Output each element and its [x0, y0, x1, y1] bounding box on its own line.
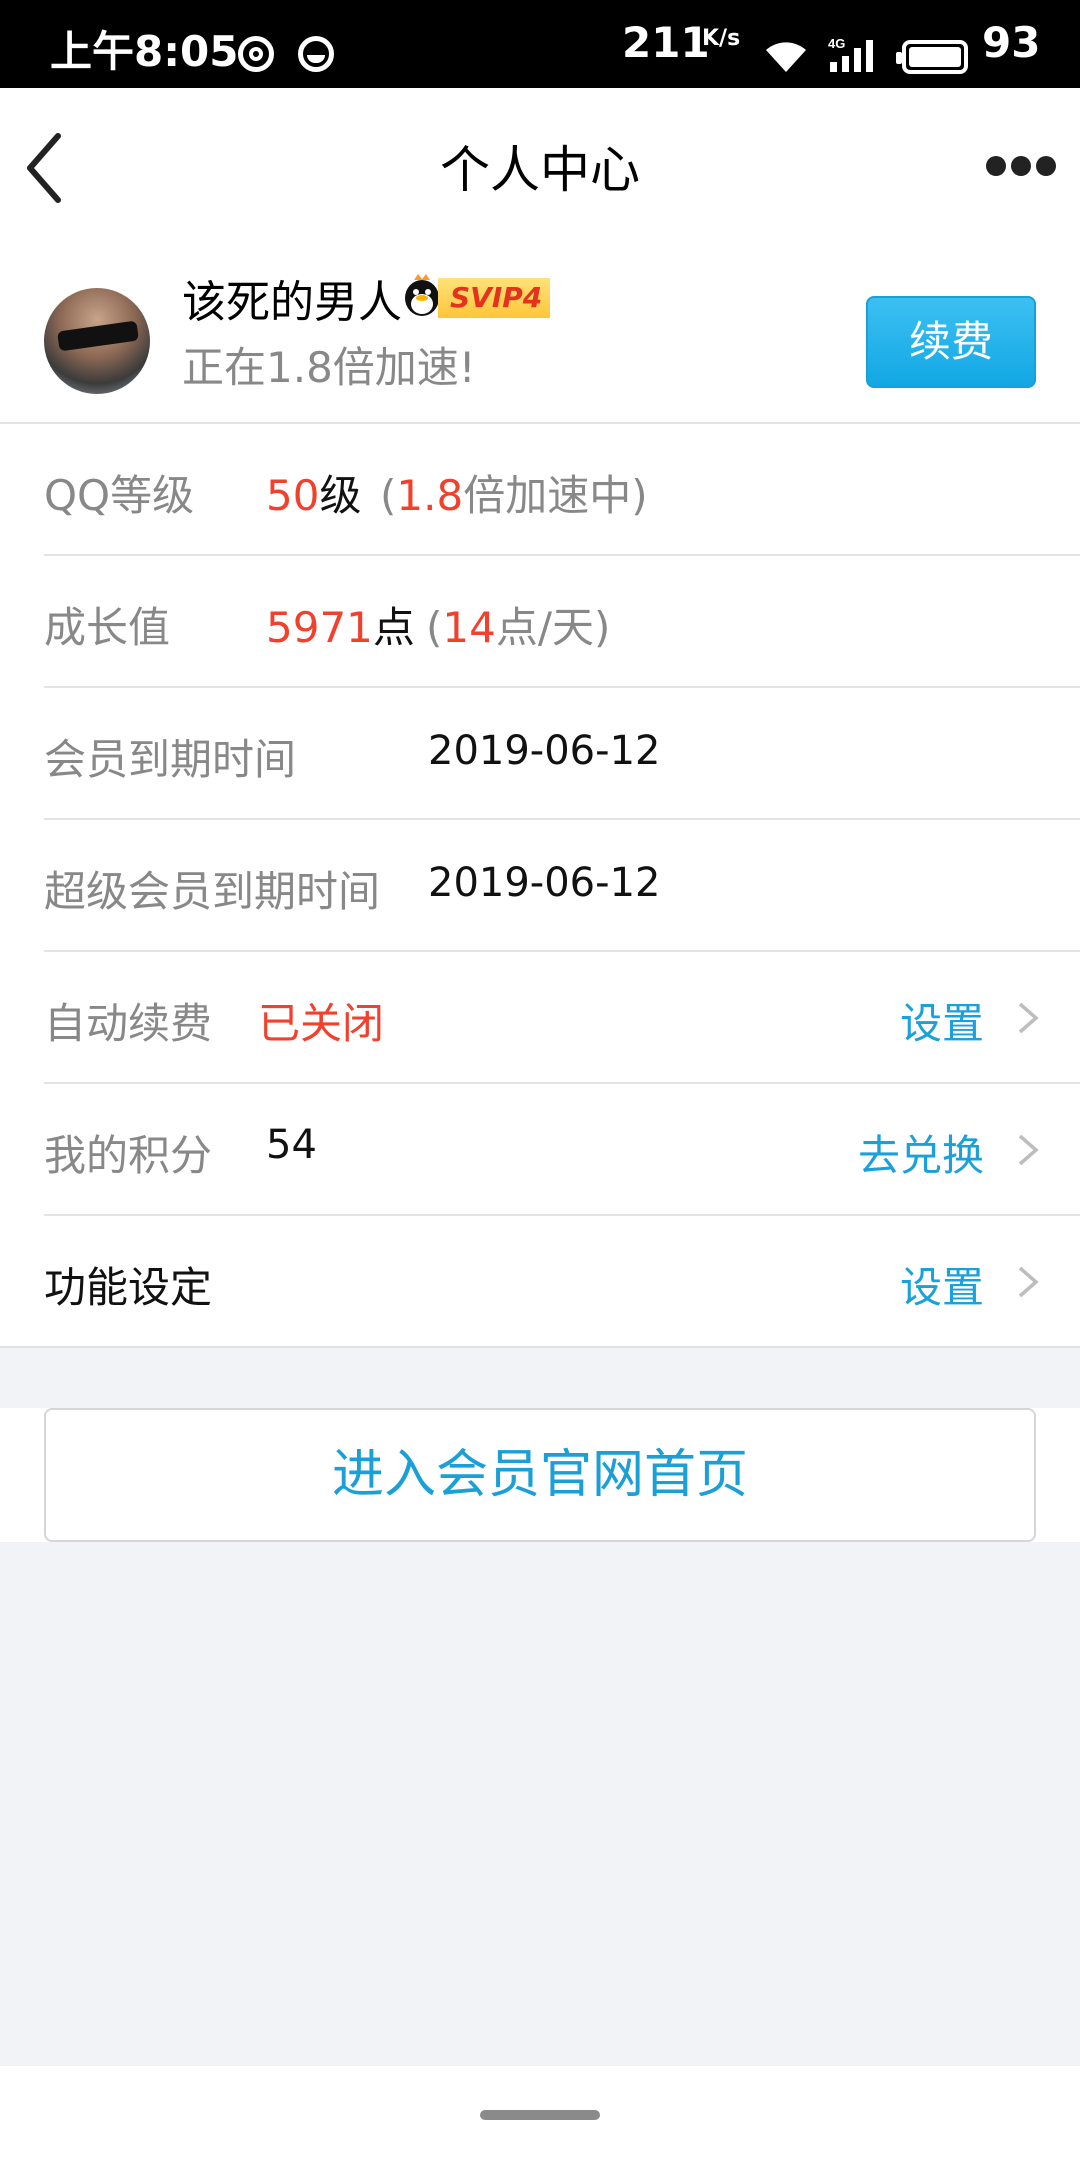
- network-type-label: 4G: [828, 36, 845, 51]
- battery-icon: [896, 40, 968, 74]
- svip-expiry-date: 2019-06-12: [428, 860, 661, 906]
- wifi-icon: [766, 42, 806, 72]
- status-time: 上午8:05: [50, 27, 239, 76]
- chevron-right-icon: [1018, 1134, 1039, 1166]
- growth-daily-rate: (14点/天): [426, 603, 611, 652]
- feature-settings-link[interactable]: 设置: [900, 1254, 984, 1315]
- member-expiry-date: 2019-06-12: [428, 728, 661, 774]
- chevron-right-icon: [1018, 1002, 1039, 1034]
- points-row[interactable]: 我的积分 54 去兑换: [44, 1084, 1080, 1216]
- svip-badge: SVIP4: [438, 278, 551, 318]
- member-info-list: QQ等级 50级 (1.8倍加速中) 成长值 5971点 (14点/天) 会员到…: [0, 424, 1080, 1348]
- avatar[interactable]: [44, 288, 150, 394]
- profile-header: 该死的男人 SVIP4 正在1.8倍加速! 续费: [0, 244, 1080, 424]
- nav-bar: 个人中心: [0, 88, 1080, 244]
- gesture-bar[interactable]: [480, 2110, 600, 2120]
- growth-row: 成长值 5971点 (14点/天): [44, 556, 1080, 688]
- home-button-section: 进入会员官网首页: [0, 1408, 1080, 1542]
- qq-level-row: QQ等级 50级 (1.8倍加速中): [44, 424, 1080, 556]
- status-bar: 上午8:05 211 K/s 4G 93: [0, 0, 1080, 88]
- network-speed: 211: [622, 18, 710, 67]
- feature-settings-row[interactable]: 功能设定 设置: [44, 1216, 1080, 1348]
- renew-button[interactable]: 续费: [866, 296, 1036, 388]
- battery-level: 93: [982, 18, 1041, 67]
- qq-level-label: QQ等级: [44, 471, 195, 520]
- page-title: 个人中心: [440, 141, 640, 199]
- more-icon[interactable]: [986, 154, 1056, 178]
- svip-expiry-label: 超级会员到期时间: [44, 867, 381, 916]
- feature-settings-label: 功能设定: [44, 1263, 213, 1312]
- points-value: 54: [266, 1122, 317, 1168]
- points-label: 我的积分: [44, 1131, 213, 1180]
- app-notification-icon: [298, 36, 334, 72]
- qq-level-acceleration: (1.8倍加速中): [380, 471, 648, 520]
- weibo-notification-icon: [238, 36, 274, 72]
- auto-renew-status: 已关闭: [258, 999, 385, 1048]
- chevron-right-icon: [1018, 1266, 1039, 1298]
- profile-name: 该死的男人: [182, 277, 402, 328]
- member-expiry-label: 会员到期时间: [44, 735, 297, 784]
- acceleration-status: 正在1.8倍加速!: [182, 343, 476, 392]
- svip-expiry-row: 超级会员到期时间 2019-06-12: [44, 820, 1080, 952]
- growth-label: 成长值: [44, 603, 171, 652]
- auto-renew-label: 自动续费: [44, 999, 213, 1048]
- network-speed-unit: K/s: [702, 26, 741, 51]
- member-homepage-button[interactable]: 进入会员官网首页: [44, 1408, 1036, 1542]
- member-expiry-row: 会员到期时间 2019-06-12: [44, 688, 1080, 820]
- screen: 上午8:05 211 K/s 4G 93 个人中心 该死的男人 SVIP4 正在…: [0, 0, 1080, 2160]
- auto-renew-row[interactable]: 自动续费 已关闭 设置: [44, 952, 1080, 1084]
- redeem-points-link[interactable]: 去兑换: [858, 1122, 984, 1183]
- growth-value: 5971点: [266, 603, 415, 652]
- auto-renew-settings-link[interactable]: 设置: [900, 990, 984, 1051]
- cellular-signal-icon: 4G: [828, 36, 873, 72]
- qq-level-value: 50级: [266, 471, 362, 520]
